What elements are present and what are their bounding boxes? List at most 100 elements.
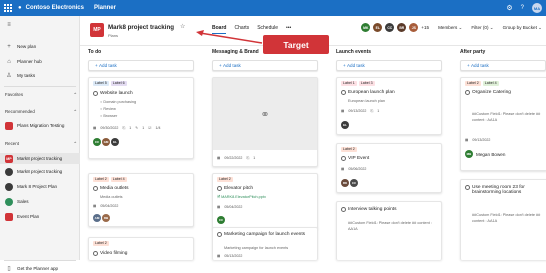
home-icon: ⌂ (7, 58, 11, 65)
assignee-avatar[interactable]: EL (111, 138, 119, 146)
complete-checkbox[interactable] (465, 90, 470, 95)
assignee-avatar[interactable]: CC (217, 216, 225, 224)
group-icon (5, 197, 13, 206)
settings-icon[interactable]: ⚙ (506, 4, 512, 12)
add-task-button[interactable]: + Add task (336, 60, 442, 71)
nav-label: Mark8 project tracking (17, 169, 63, 174)
checklist-text: Domain purchasing (103, 100, 137, 104)
complete-checkbox[interactable] (93, 91, 98, 96)
nav-recent-1[interactable]: Mark8 project tracking (5, 167, 77, 176)
task-card[interactable]: ⚭ ▦ 09/22/2022 ⎘ 1 (212, 77, 318, 167)
task-card[interactable]: Label 5 Label 6 Website launch ○ Domain … (88, 77, 194, 159)
label-tag: Label 2 (93, 241, 109, 246)
complete-checkbox[interactable] (465, 185, 470, 190)
contoso-logo-icon: ● (18, 5, 22, 11)
member-avatar[interactable]: MK (361, 23, 371, 32)
more-options-button[interactable]: ••• (286, 25, 291, 34)
tab-schedule[interactable]: Schedule (257, 25, 278, 34)
member-avatar[interactable]: CC (385, 23, 395, 32)
label-tag: Label 4 (482, 81, 499, 86)
nav-new-plan[interactable]: + New plan (5, 42, 77, 51)
checklist-item[interactable]: ○ Domain purchasing (100, 100, 136, 104)
task-notes: ##Custom Field1: Please don't delete ## … (348, 221, 432, 231)
task-card[interactable]: Label 2 Label 4 Media outlets Media outl… (88, 173, 194, 227)
task-title-text: Marketing campaign for launch events (224, 232, 306, 237)
assignee-avatar[interactable]: AM (93, 214, 101, 222)
assignee-avatar[interactable]: EL (341, 121, 349, 129)
nav-label: New plan (17, 44, 37, 49)
assignee-avatar[interactable]: CC (93, 138, 101, 146)
user-avatar[interactable]: MA (532, 3, 542, 13)
app-name[interactable]: Planner (94, 5, 116, 11)
chevron-down-icon: ⌄ (538, 24, 542, 30)
checklist-item[interactable]: ○ Review (100, 107, 116, 111)
nav-recent-0[interactable]: MP Mark8 project tracking (0, 153, 80, 164)
complete-checkbox[interactable] (341, 156, 346, 161)
collapse-nav-button[interactable]: ≡ (5, 20, 77, 29)
assignee-avatar[interactable]: RB (102, 214, 110, 222)
bucket-column: Messaging & Brand + Add task ⚭ ▦ 09/22/20… (210, 47, 322, 260)
complete-checkbox[interactable] (217, 232, 222, 237)
attachment-link[interactable]: 🗎 MARK8.ElevatorPitch.pptx (217, 195, 266, 201)
tab-board[interactable]: Board (212, 25, 227, 34)
page-title: Mark8 project tracking (108, 24, 175, 31)
add-task-label: Add task (222, 63, 241, 68)
app-launcher-icon[interactable] (0, 0, 16, 16)
complete-checkbox[interactable] (217, 186, 222, 191)
recent-label: Recent (5, 141, 19, 146)
members-count[interactable]: +15 (421, 25, 429, 30)
filter-button[interactable]: Filter (0) ⌄ (471, 25, 493, 31)
nav-planner-hub[interactable]: ⌂ Planner hub (5, 57, 77, 66)
tab-charts[interactable]: Charts (234, 25, 249, 34)
task-card[interactable]: Label 2 Label 4 Organize Catering ##Cust… (460, 77, 546, 171)
members-button[interactable]: Members ⌄ (438, 25, 462, 31)
group-icon (5, 182, 13, 191)
member-avatar[interactable]: EL (373, 23, 383, 32)
task-card[interactable]: Use meeting room 23 for brainstorming lo… (460, 179, 546, 260)
nav-recent-2[interactable]: Mark 8 Project Plan (5, 182, 77, 191)
favorites-header[interactable]: Favorites ⌃ (5, 92, 77, 98)
checklist-progress: 1/4 (155, 126, 161, 130)
add-task-button[interactable]: + Add task (460, 60, 546, 71)
member-avatar[interactable]: BR (397, 23, 407, 32)
member-avatar[interactable]: JS (409, 23, 419, 32)
task-card[interactable]: Marketing campaign for launch events Mar… (212, 227, 318, 260)
task-card[interactable]: Label 1 Label 3 European launch plan Eur… (336, 77, 442, 135)
brand-name: Contoso Electronics (25, 5, 84, 11)
checklist-item[interactable]: ○ Browser (100, 114, 117, 118)
task-meta: ▦ 05/04/2022 (93, 204, 118, 208)
members-label: Members (438, 24, 458, 30)
assignee-avatar[interactable]: GM (102, 138, 110, 146)
get-app-link[interactable]: ▯ Get the Planner app (5, 264, 77, 273)
assignee-avatar[interactable]: RK (341, 179, 349, 187)
assignee-avatar[interactable]: CC (350, 179, 358, 187)
attachment-icon: ⎘ (370, 109, 374, 113)
checklist-text: Review (103, 107, 116, 111)
complete-checkbox[interactable] (341, 90, 346, 95)
complete-checkbox[interactable] (93, 251, 98, 256)
add-task-button[interactable]: + Add task (88, 60, 194, 71)
task-card[interactable]: Label 2 VIP Event ▦ 05/06/2022 RK CC (336, 143, 442, 193)
complete-checkbox[interactable] (341, 207, 346, 212)
task-card[interactable]: Interview talking points ##Custom Field1… (336, 201, 442, 260)
label-tag: Label 4 (110, 177, 127, 182)
add-task-button[interactable]: + Add task (212, 60, 318, 71)
recommended-header[interactable]: Recommended ⌃ (5, 109, 77, 115)
calendar-icon: ▦ (217, 205, 221, 209)
nav-recent-4[interactable]: Event Plan (5, 212, 77, 221)
nav-label: Mark 8 Project Plan (17, 184, 58, 189)
nav-recent-3[interactable]: Sales (5, 197, 77, 206)
task-card[interactable]: Label 2 Video filming (88, 237, 194, 260)
task-card[interactable]: Label 2 Elevator pitch 🗎 MARK8.ElevatorP… (212, 173, 318, 229)
help-icon[interactable]: ? (521, 5, 524, 11)
calendar-icon: ▦ (217, 156, 221, 160)
plan-tile-icon: MP (5, 154, 13, 163)
group-by-button[interactable]: Group by Bucket ⌄ (503, 25, 542, 31)
nav-rec-plan[interactable]: Plans Migration Testing (5, 121, 77, 130)
bucket-column: After party + Add task Label 2 Label 4 O… (458, 47, 546, 260)
favorite-star-icon[interactable]: ☆ (180, 23, 185, 30)
recent-header[interactable]: Recent ⌃ (5, 141, 77, 147)
assignee-avatar[interactable]: MB (465, 150, 473, 158)
complete-checkbox[interactable] (93, 186, 98, 191)
nav-my-tasks[interactable]: ♙ My tasks (5, 71, 77, 80)
